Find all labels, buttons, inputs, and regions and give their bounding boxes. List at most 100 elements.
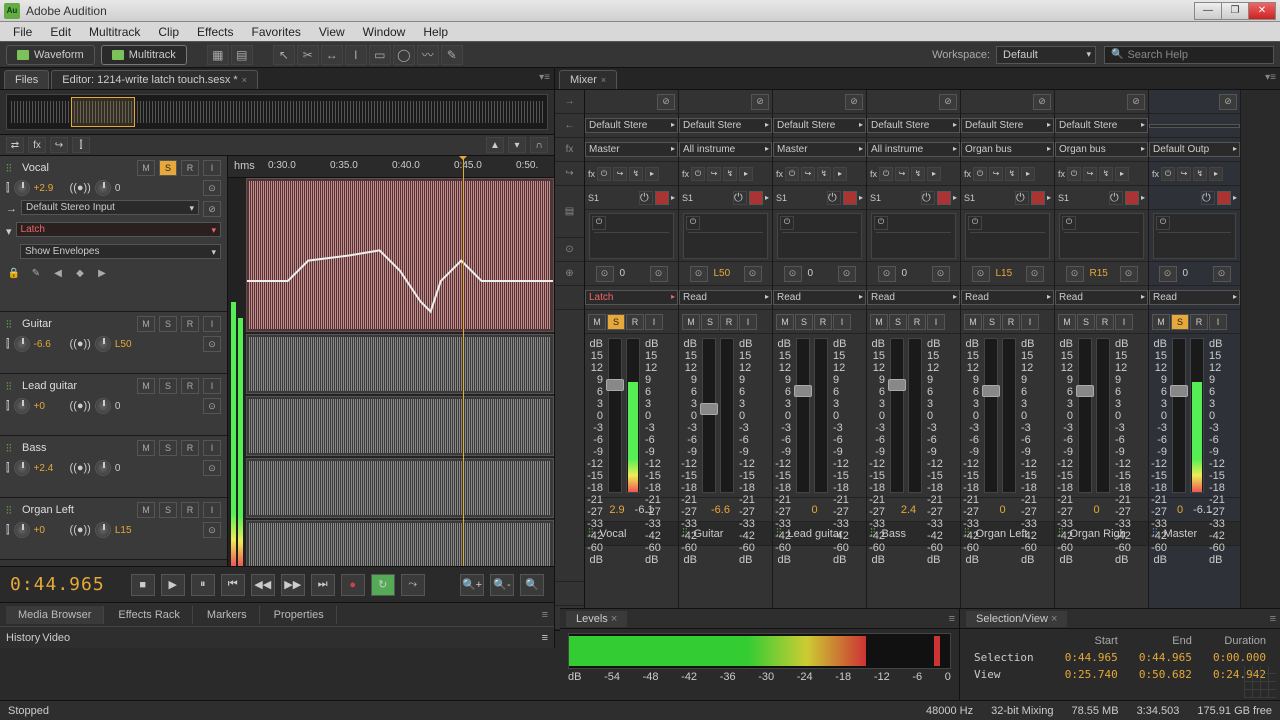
mute-button[interactable]: M bbox=[137, 502, 155, 518]
menu-help[interactable]: Help bbox=[414, 23, 457, 41]
channel-ab-icon[interactable]: ⊘ bbox=[751, 94, 769, 110]
slip-tool-icon[interactable]: ↔ bbox=[321, 45, 343, 65]
pan-knob[interactable] bbox=[95, 522, 111, 538]
automation-mode-select[interactable]: Read bbox=[773, 290, 866, 305]
menu-effects[interactable]: Effects bbox=[188, 23, 242, 41]
audio-clip[interactable] bbox=[246, 520, 554, 566]
audio-clip[interactable] bbox=[246, 178, 554, 332]
track-options-icon[interactable]: ⊙ bbox=[203, 180, 221, 196]
channel-ab-icon[interactable]: ⊘ bbox=[657, 94, 675, 110]
automation-mode-dropdown[interactable]: Latch bbox=[16, 222, 221, 237]
mute-button[interactable]: M bbox=[776, 314, 794, 330]
fx-power-icon[interactable]: ⏻ bbox=[879, 167, 893, 181]
eq-display[interactable]: ⏻ bbox=[589, 213, 674, 259]
zoom-in-icon[interactable]: 🔍+ bbox=[460, 574, 484, 596]
arm-button[interactable]: R bbox=[626, 314, 644, 330]
input-dropdown[interactable]: Default Stereo Input bbox=[21, 200, 199, 215]
output-select[interactable]: All instrume bbox=[867, 142, 960, 157]
eq-display[interactable]: ⏻ bbox=[683, 213, 768, 259]
panel-options-icon[interactable]: ≡ bbox=[542, 609, 548, 621]
audio-clip[interactable] bbox=[246, 458, 554, 518]
arm-record-button[interactable]: R bbox=[181, 160, 199, 176]
send-knob-icon[interactable] bbox=[937, 191, 951, 205]
envelopes-dropdown[interactable]: Show Envelopes bbox=[20, 244, 221, 259]
section-fader-icon[interactable] bbox=[555, 310, 584, 582]
time-ruler[interactable]: hms 0:30.00:35.00:40.00:45.00:50. bbox=[228, 156, 554, 178]
track-header-lead-guitar[interactable]: ⫶⫶Lead guitar M S R I⫿+0 ((●))0 ⊙ bbox=[0, 374, 227, 436]
move-tool-icon[interactable]: ↖ bbox=[273, 45, 295, 65]
automation-mode-select[interactable]: Read bbox=[1149, 290, 1240, 305]
marquee-tool-icon[interactable]: ▭ bbox=[369, 45, 391, 65]
channel-fader[interactable] bbox=[1078, 338, 1092, 493]
track-header-guitar[interactable]: ⫶⫶Guitar M S R I⫿-6.6 ((●))L50 ⊙ bbox=[0, 312, 227, 374]
channel-fader[interactable] bbox=[702, 338, 716, 493]
arm-record-button[interactable]: R bbox=[181, 378, 199, 394]
channel-fader[interactable] bbox=[1172, 338, 1186, 493]
tab-video[interactable]: Video bbox=[42, 632, 70, 644]
solo-button[interactable]: S bbox=[701, 314, 719, 330]
send-knob-icon[interactable] bbox=[749, 191, 763, 205]
send-knob-icon[interactable] bbox=[843, 191, 857, 205]
solo-button[interactable]: S bbox=[159, 440, 177, 456]
solo-button[interactable]: S bbox=[1077, 314, 1095, 330]
tab-history[interactable]: History bbox=[6, 632, 40, 644]
mute-button[interactable]: M bbox=[964, 314, 982, 330]
pan-mode-icon[interactable]: ⊙ bbox=[690, 266, 708, 282]
channel-ab-icon[interactable]: ⊘ bbox=[1219, 94, 1237, 110]
audio-clip[interactable] bbox=[246, 334, 554, 394]
fx-power-icon[interactable]: ⏻ bbox=[1067, 167, 1081, 181]
track-header-vocal[interactable]: ⫶⫶Vocal M S R I⫿+2.9 ((●))0 ⊙→Default St… bbox=[0, 156, 227, 312]
track-options-icon[interactable]: ⊙ bbox=[203, 460, 221, 476]
tab-markers[interactable]: Markers bbox=[195, 606, 260, 624]
solo-button[interactable]: S bbox=[1171, 314, 1189, 330]
volume-knob[interactable] bbox=[14, 336, 30, 352]
channel-ab-icon[interactable]: ⊘ bbox=[939, 94, 957, 110]
arm-button[interactable]: R bbox=[814, 314, 832, 330]
go-start-button[interactable]: ⏮ bbox=[221, 574, 245, 596]
section-mode-icon[interactable]: ⊕ bbox=[555, 262, 584, 286]
track-header-bass[interactable]: ⫶⫶Bass M S R I⫿+2.4 ((●))0 ⊙ bbox=[0, 436, 227, 498]
loop-button[interactable]: ↻ bbox=[371, 574, 395, 596]
pan-mode-icon[interactable]: ⊙ bbox=[1159, 266, 1177, 282]
snap-icon[interactable]: ▲ bbox=[486, 137, 504, 153]
monitor-button[interactable]: I bbox=[203, 502, 221, 518]
mute-button[interactable]: M bbox=[588, 314, 606, 330]
volume-knob[interactable] bbox=[14, 398, 30, 414]
pause-button[interactable]: ⏸ bbox=[191, 574, 215, 596]
fx-power-icon[interactable]: ⏻ bbox=[691, 167, 705, 181]
tool-spectral-icon[interactable]: ▦ bbox=[207, 45, 229, 65]
arm-record-button[interactable]: R bbox=[181, 316, 199, 332]
volume-knob[interactable] bbox=[14, 460, 30, 476]
output-select[interactable]: Master bbox=[773, 142, 866, 157]
window-close-button[interactable]: ✕ bbox=[1248, 2, 1276, 20]
track-options-icon[interactable]: ⊙ bbox=[203, 398, 221, 414]
mute-button[interactable]: M bbox=[137, 440, 155, 456]
brush-tool-icon[interactable]: 〰 bbox=[417, 45, 439, 65]
forward-button[interactable]: ▶▶ bbox=[281, 574, 305, 596]
channel-fader[interactable] bbox=[984, 338, 998, 493]
solo-button[interactable]: S bbox=[795, 314, 813, 330]
panel-options-icon[interactable]: ≡ bbox=[542, 632, 548, 644]
tool-a-icon[interactable]: ▾ bbox=[508, 137, 526, 153]
monitor-button[interactable]: I bbox=[203, 378, 221, 394]
spot-heal-tool-icon[interactable]: ✎ bbox=[441, 45, 463, 65]
output-select[interactable]: All instrume bbox=[679, 142, 772, 157]
arm-button[interactable]: R bbox=[1190, 314, 1208, 330]
pan-mode-icon[interactable]: ⊙ bbox=[972, 266, 990, 282]
monitor-button[interactable]: I bbox=[203, 440, 221, 456]
input-select[interactable]: Default Stere bbox=[961, 118, 1054, 133]
waveform-view-button[interactable]: Waveform bbox=[6, 45, 95, 65]
solo-button[interactable]: S bbox=[159, 378, 177, 394]
menu-view[interactable]: View bbox=[310, 23, 354, 41]
send-knob-icon[interactable] bbox=[655, 191, 669, 205]
razor-tool-icon[interactable]: ✂ bbox=[297, 45, 319, 65]
mixer-tab[interactable]: Mixer× bbox=[559, 70, 617, 89]
eq-display[interactable]: ⏻ bbox=[965, 213, 1050, 259]
section-sends-icon[interactable]: ↪ bbox=[555, 162, 584, 186]
output-select[interactable]: Default Outp bbox=[1149, 142, 1240, 157]
menu-multitrack[interactable]: Multitrack bbox=[80, 23, 149, 41]
lasso-tool-icon[interactable]: ◯ bbox=[393, 45, 415, 65]
pan-knob[interactable] bbox=[95, 180, 111, 196]
output-select[interactable]: Organ bus bbox=[1055, 142, 1148, 157]
fx-power-icon[interactable]: ⏻ bbox=[785, 167, 799, 181]
